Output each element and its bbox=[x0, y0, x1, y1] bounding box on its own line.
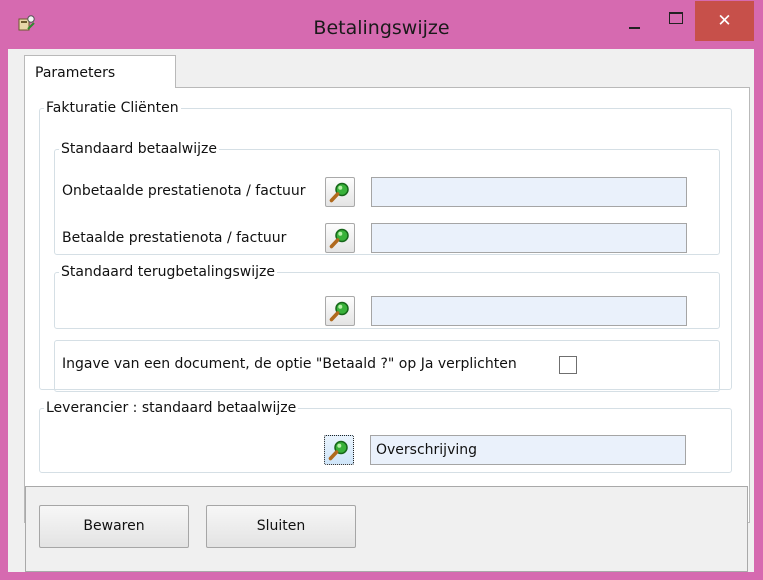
group-standaard-betaalwijze: Standaard betaalwijze Onbetaalde prestat… bbox=[54, 141, 720, 255]
magnifier-icon bbox=[329, 301, 349, 322]
leverancier-lookup-button[interactable] bbox=[324, 435, 354, 465]
save-button[interactable]: Bewaren bbox=[39, 505, 189, 548]
group-fakturatie-legend: Fakturatie Cliënten bbox=[46, 100, 179, 116]
close-button[interactable]: Sluiten bbox=[206, 505, 356, 548]
verplicht-label: Ingave van een document, de optie "Betaa… bbox=[62, 356, 517, 372]
title-bar[interactable]: Betalingswijze ✕ bbox=[0, 0, 763, 48]
group-leverancier-legend: Leverancier : standaard betaalwijze bbox=[46, 400, 297, 416]
verplicht-checkbox[interactable] bbox=[559, 356, 577, 374]
tab-parameters[interactable]: Parameters bbox=[24, 55, 176, 88]
magnifier-icon bbox=[329, 228, 349, 249]
maximize-icon[interactable] bbox=[663, 10, 689, 28]
betaalde-lookup-button[interactable] bbox=[325, 223, 355, 253]
group-leverancier: Leverancier : standaard betaalwijze bbox=[39, 400, 732, 473]
button-bar: Bewaren Sluiten bbox=[25, 486, 748, 572]
betaalde-label: Betaalde prestatienota / factuur bbox=[62, 230, 287, 246]
magnifier-icon bbox=[329, 182, 349, 203]
group-verplicht: Ingave van een document, de optie "Betaa… bbox=[54, 340, 720, 392]
terugbetaling-lookup-button[interactable] bbox=[325, 296, 355, 326]
onbetaalde-lookup-button[interactable] bbox=[325, 177, 355, 207]
group-terugbetalingswijze: Standaard terugbetalingswijze bbox=[54, 264, 720, 329]
onbetaalde-label: Onbetaalde prestatienota / factuur bbox=[62, 183, 306, 199]
group-fakturatie: Fakturatie Cliënten Standaard betaalwijz… bbox=[39, 100, 732, 392]
leverancier-field[interactable] bbox=[370, 435, 686, 465]
window-title: Betalingswijze bbox=[313, 17, 450, 39]
dialog-window: Betalingswijze ✕ Parameters Fakturatie C… bbox=[0, 0, 763, 580]
tab-panel-parameters: Fakturatie Cliënten Standaard betaalwijz… bbox=[24, 87, 750, 523]
terugbetaling-field[interactable] bbox=[371, 296, 687, 326]
close-icon[interactable]: ✕ bbox=[695, 1, 754, 41]
minimize-icon[interactable] bbox=[622, 14, 648, 32]
betaalde-field[interactable] bbox=[371, 223, 687, 253]
group-standaard-betaalwijze-legend: Standaard betaalwijze bbox=[61, 141, 217, 157]
onbetaalde-field[interactable] bbox=[371, 177, 687, 207]
group-terugbetalingswijze-legend: Standaard terugbetalingswijze bbox=[61, 264, 275, 280]
dialog-body: Parameters Fakturatie Cliënten Standaard… bbox=[8, 49, 754, 572]
magnifier-icon bbox=[328, 440, 348, 461]
